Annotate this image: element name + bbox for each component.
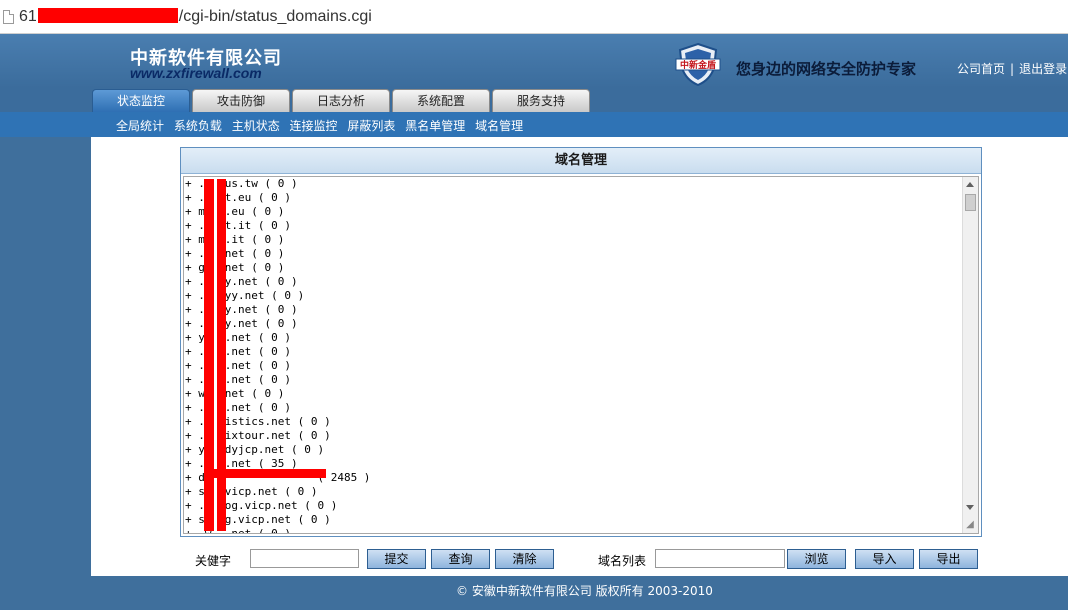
subnav-blacklist-management[interactable]: 黑名单管理 — [405, 119, 465, 133]
domain-list: + . tus.tw ( 0 ) + .m t.eu ( 0 ) + my .eu … — [184, 177, 964, 534]
subnav-block-list[interactable]: 屏蔽列表 — [347, 119, 395, 133]
browser-address-bar[interactable]: 61/cgi-bin/status_domains.cgi — [0, 0, 1068, 34]
subnav-connection-monitor[interactable]: 连接监控 — [290, 119, 338, 133]
main-tabs: 状态监控 攻击防御 日志分析 系统配置 服务支持 — [0, 88, 1068, 112]
domain-row: + w_ net ( 0 ) — [185, 387, 285, 400]
domain-row: + .m t.it ( 0 ) — [185, 219, 291, 232]
tab-status-monitor[interactable]: 状态监控 — [92, 89, 190, 112]
domain-row: + .p ixtour.net ( 0 ) — [185, 429, 331, 442]
top-links: 公司首页 | 退出登录 — [957, 60, 1067, 77]
redaction-bar — [204, 179, 214, 531]
logout-link[interactable]: 退出登录 — [1019, 62, 1067, 76]
link-separator: | — [1010, 62, 1015, 76]
submit-button[interactable]: 提交 — [367, 549, 426, 569]
domain-row: + .s og.vicp.net ( 0 ) — [185, 499, 338, 512]
domain-row: + yi .net ( 0 ) — [185, 331, 291, 344]
file-path-input[interactable] — [655, 549, 785, 568]
keyword-label: 关健字 — [195, 554, 232, 568]
domain-row: + si g.vicp.net ( 0 ) — [185, 513, 331, 526]
redaction-bar — [208, 469, 326, 478]
subnav-host-status[interactable]: 主机状态 — [232, 119, 280, 133]
tab-attack-defense[interactable]: 攻击防御 — [192, 89, 290, 112]
subnav-global-stats[interactable]: 全局统计 — [116, 119, 164, 133]
url-prefix: 61 — [19, 8, 37, 25]
domain-row: + my .it ( 0 ) — [185, 233, 285, 246]
tab-service-support[interactable]: 服务支持 — [492, 89, 590, 112]
scroll-thumb[interactable] — [965, 194, 976, 211]
domain-row: + .s y.net ( 0 ) — [185, 303, 298, 316]
redaction-bar — [37, 8, 178, 23]
shield-text: 中新金盾 — [680, 59, 716, 71]
domain-row: + .r y.net ( 0 ) — [185, 275, 298, 288]
site-footer: © 安徽中新软件有限公司 版权所有 2003-2010 — [0, 576, 1068, 610]
domain-management-panel: 域名管理 + . tus.tw ( 0 ) + .m t.eu ( 0 ) + my… — [180, 147, 982, 537]
keyword-input[interactable] — [250, 549, 359, 568]
scroll-down-icon[interactable] — [966, 505, 974, 510]
domain-row: + si vicp.net ( 0 ) — [185, 485, 318, 498]
subnav-domain-management[interactable]: 域名管理 — [475, 119, 523, 133]
company-url: www.zxfirewall.com — [130, 65, 262, 81]
sub-nav: 全局统计 系统负载 主机状态 连接监控 屏蔽列表 黑名单管理 域名管理 — [0, 112, 1068, 137]
domain-row: + .m t.eu ( 0 ) — [185, 191, 291, 204]
bottom-toolbar: 关健字 提交 查询 清除 域名列表 浏览 导入 导出 — [91, 548, 1068, 572]
domain-row: + .r yy.net ( 0 ) — [185, 289, 305, 302]
import-button[interactable]: 导入 — [855, 549, 914, 569]
scrollbar[interactable] — [962, 177, 978, 533]
home-link[interactable]: 公司首页 — [957, 62, 1005, 76]
resize-grip-icon[interactable]: ◢ — [963, 518, 977, 532]
redaction-bar — [217, 179, 226, 531]
clear-button[interactable]: 清除 — [495, 549, 554, 569]
main-content: 域名管理 + . tus.tw ( 0 ) + .m t.eu ( 0 ) + my… — [91, 137, 1068, 576]
tab-log-analysis[interactable]: 日志分析 — [292, 89, 390, 112]
domain-row: + .l istics.net ( 0 ) — [185, 415, 331, 428]
query-button[interactable]: 查询 — [431, 549, 490, 569]
shield-logo-icon: 中新金盾 — [675, 42, 721, 86]
url-path: /cgi-bin/status_domains.cgi — [178, 8, 372, 25]
url-text[interactable]: 61/cgi-bin/status_domains.cgi — [19, 8, 372, 26]
domain-row: + gl net ( 0 ) — [185, 261, 285, 274]
tab-system-config[interactable]: 系统配置 — [392, 89, 490, 112]
domain-row: + my .eu ( 0 ) — [185, 205, 285, 218]
copyright-text: © 安徽中新软件有限公司 版权所有 2003-2010 — [456, 584, 713, 598]
export-button[interactable]: 导出 — [919, 549, 978, 569]
page-icon — [3, 10, 14, 24]
browse-button[interactable]: 浏览 — [787, 549, 846, 569]
subnav-system-load[interactable]: 系统负载 — [174, 119, 222, 133]
domain-row: + .I .net ( 0 ) — [185, 401, 291, 414]
domain-row: + . .net ( 0 ) — [185, 247, 285, 260]
domain-row: + . tus.tw ( 0 ) — [185, 177, 298, 190]
scroll-up-icon[interactable] — [966, 182, 974, 187]
domain-row: + yw dyjcp.net ( 0 ) — [185, 443, 325, 456]
domain-row: + .y y.net ( 0 ) — [185, 317, 298, 330]
panel-title: 域名管理 — [181, 148, 981, 174]
domain-row: + .r .net ( 0 ) — [185, 359, 291, 372]
site-header: 中新软件有限公司 www.zxfirewall.com 中新金盾 您身边的网络安… — [0, 34, 1068, 88]
domain-list-label: 域名列表 — [598, 554, 647, 568]
domain-row: + .w .net ( 0 ) — [185, 527, 291, 534]
domain-row: + .w .net ( 0 ) — [185, 373, 291, 386]
domain-row: + .w .net ( 0 ) — [185, 345, 291, 358]
domain-list-textarea[interactable]: + . tus.tw ( 0 ) + .m t.eu ( 0 ) + my .eu … — [183, 176, 979, 534]
slogan: 您身边的网络安全防护专家 — [736, 60, 917, 78]
